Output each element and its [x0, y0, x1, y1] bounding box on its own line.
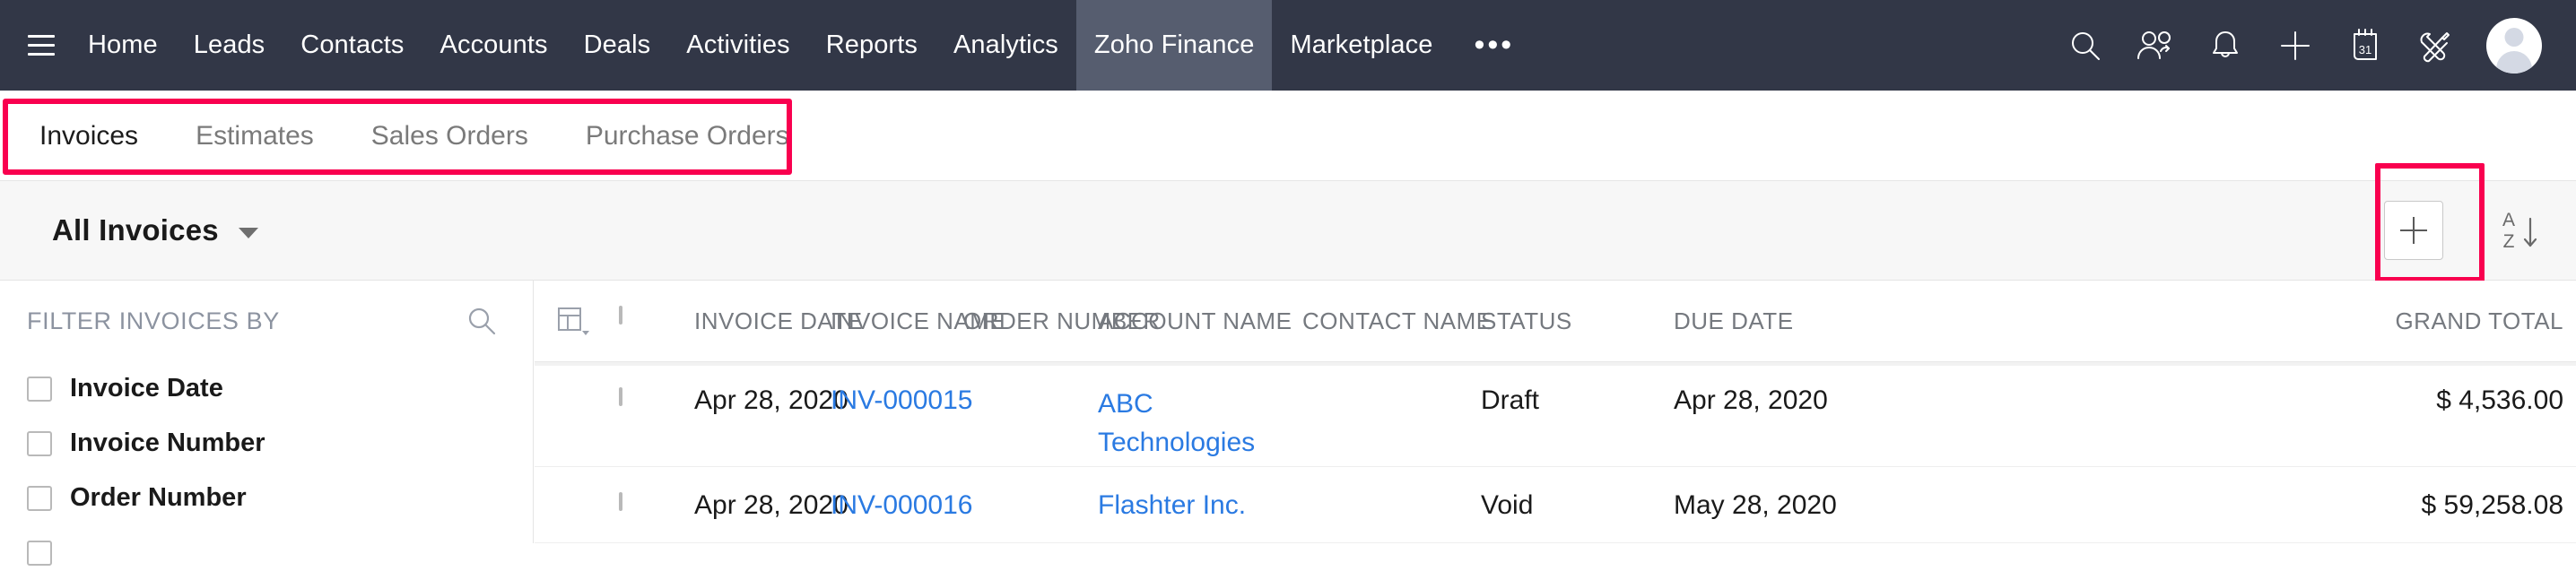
svg-text:A: A	[2502, 210, 2515, 230]
filter-sidebar-title: FILTER INVOICES BY	[27, 307, 280, 335]
nav-more-icon[interactable]: •••	[1451, 0, 1538, 91]
nav-items: Home Leads Contacts Accounts Deals Activ…	[70, 0, 1537, 91]
hamburger-line	[28, 44, 55, 47]
filter-sidebar-header: FILTER INVOICES BY	[0, 281, 533, 361]
view-selector-label: All Invoices	[52, 213, 219, 247]
search-icon[interactable]	[2050, 0, 2120, 91]
filter-item-partial[interactable]	[27, 525, 533, 580]
column-header-grand-total[interactable]: GRAND TOTAL	[2395, 307, 2563, 335]
subtab-list: Invoices Estimates Sales Orders Purchase…	[0, 91, 818, 181]
avatar-head	[2505, 28, 2524, 47]
avatar-body	[2496, 51, 2532, 74]
nav-item-deals[interactable]: Deals	[566, 0, 669, 91]
row-select-checkbox[interactable]	[619, 389, 622, 405]
filter-item-label: Invoice Number	[70, 429, 265, 458]
subtab-sales-orders[interactable]: Sales Orders	[343, 121, 557, 151]
nav-item-accounts[interactable]: Accounts	[422, 0, 566, 91]
table-header-row: INVOICE DATE INVOICE NAME ORDER NUMBER A…	[535, 281, 2576, 362]
view-selector-dropdown[interactable]: All Invoices	[52, 213, 258, 247]
column-header-status[interactable]: STATUS	[1481, 307, 1572, 335]
cell-grand-total: $ 4,536.00	[2436, 385, 2563, 416]
column-header-contact-name[interactable]: CONTACT NAME	[1302, 307, 1493, 335]
cell-invoice-name[interactable]: INV-000015	[831, 385, 972, 416]
nav-item-home[interactable]: Home	[70, 0, 176, 91]
cell-account-name[interactable]: ABC Technologies	[1098, 385, 1259, 462]
filter-search-icon[interactable]	[465, 304, 499, 338]
subtab-purchase-orders[interactable]: Purchase Orders	[557, 121, 818, 151]
column-settings-icon[interactable]	[554, 304, 590, 344]
tools-icon[interactable]	[2400, 0, 2470, 91]
invoices-table: INVOICE DATE INVOICE NAME ORDER NUMBER A…	[535, 281, 2576, 543]
cell-account-name[interactable]: Flashter Inc.	[1098, 490, 1259, 521]
cell-invoice-date: Apr 28, 2020	[694, 385, 849, 416]
filter-list: Invoice Date Invoice Number Order Number	[0, 361, 533, 580]
nav-right-icons: 31	[2050, 0, 2576, 91]
create-invoice-button[interactable]	[2384, 201, 2443, 260]
cell-status: Draft	[1481, 385, 1539, 416]
module-subtab-bar: Invoices Estimates Sales Orders Purchase…	[0, 91, 2576, 181]
cell-status: Void	[1481, 490, 1533, 521]
cell-due-date: May 28, 2020	[1674, 490, 1837, 521]
plus-icon[interactable]	[2260, 0, 2330, 91]
user-avatar[interactable]	[2486, 18, 2542, 74]
nav-item-contacts[interactable]: Contacts	[283, 0, 422, 91]
filter-sidebar: FILTER INVOICES BY Invoice Date Invoice …	[0, 281, 534, 543]
top-navigation-bar: Home Leads Contacts Accounts Deals Activ…	[0, 0, 2576, 91]
nav-item-marketplace[interactable]: Marketplace	[1272, 0, 1450, 91]
cell-invoice-name[interactable]: INV-000016	[831, 490, 972, 521]
table-row[interactable]: Apr 28, 2020 INV-000015 ABC Technologies…	[535, 362, 2576, 467]
select-all-checkbox[interactable]	[619, 307, 622, 324]
calendar-icon[interactable]: 31	[2330, 0, 2400, 91]
svg-text:Z: Z	[2503, 231, 2515, 252]
chevron-down-icon	[239, 228, 258, 238]
checkbox-box	[619, 306, 622, 325]
filter-checkbox[interactable]	[27, 541, 52, 566]
sort-az-descending-icon[interactable]: A Z	[2486, 197, 2553, 264]
column-header-due-date[interactable]: DUE DATE	[1674, 307, 1794, 335]
cell-due-date: Apr 28, 2020	[1674, 385, 1828, 416]
filter-checkbox[interactable]	[27, 431, 52, 456]
checkbox-box	[619, 492, 622, 511]
checkbox-box	[619, 387, 622, 406]
add-user-icon[interactable]	[2120, 0, 2190, 91]
table-row[interactable]: Apr 28, 2020 INV-000016 Flashter Inc. Vo…	[535, 467, 2576, 543]
nav-item-leads[interactable]: Leads	[176, 0, 283, 91]
subtab-invoices[interactable]: Invoices	[34, 121, 167, 151]
notification-bell-icon[interactable]	[2190, 0, 2260, 91]
filter-item-invoice-number[interactable]: Invoice Number	[27, 416, 533, 471]
column-header-account-name[interactable]: ACCOUNT NAME	[1098, 307, 1259, 335]
row-select-checkbox[interactable]	[619, 494, 622, 510]
hamburger-line	[28, 35, 55, 38]
filter-checkbox[interactable]	[27, 486, 52, 511]
filter-item-label: Order Number	[70, 483, 247, 513]
cell-invoice-date: Apr 28, 2020	[694, 490, 849, 521]
svg-text:31: 31	[2359, 43, 2371, 56]
subtab-estimates[interactable]: Estimates	[167, 121, 343, 151]
list-toolbar: All Invoices A Z	[0, 181, 2576, 281]
nav-item-zoho-finance[interactable]: Zoho Finance	[1076, 0, 1273, 91]
cell-grand-total: $ 59,258.08	[2422, 490, 2563, 521]
filter-item-label: Invoice Date	[70, 374, 223, 403]
hamburger-line	[28, 53, 55, 56]
nav-item-reports[interactable]: Reports	[808, 0, 936, 91]
nav-item-activities[interactable]: Activities	[668, 0, 807, 91]
toolbar-actions: A Z	[2384, 197, 2576, 264]
filter-checkbox[interactable]	[27, 377, 52, 402]
filter-item-invoice-date[interactable]: Invoice Date	[27, 361, 533, 416]
nav-item-analytics[interactable]: Analytics	[936, 0, 1076, 91]
hamburger-menu-icon[interactable]	[0, 0, 70, 91]
filter-item-order-number[interactable]: Order Number	[27, 471, 533, 525]
